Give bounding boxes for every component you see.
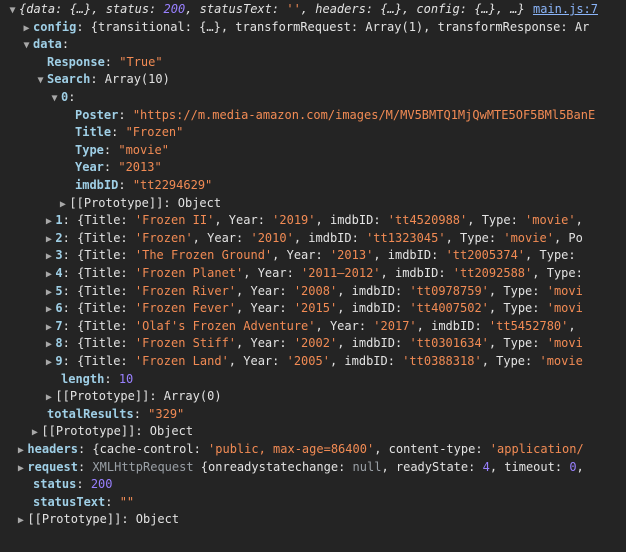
row-content: length: 10	[61, 371, 134, 386]
tree-row: Response: "True"	[0, 54, 626, 72]
row-content: Search: Array(10)	[47, 72, 170, 87]
tree-row[interactable]: ▶ [[Prototype]]: Object	[0, 195, 626, 213]
row-content: statusText: ""	[33, 494, 135, 509]
tree-row[interactable]: ▶ headers: {cache-control: 'public, max-a…	[0, 441, 626, 459]
tree-row[interactable]: ▶ 4: {Title: 'Frozen Planet', Year: '2011…	[0, 265, 626, 283]
expand-triangle-icon[interactable]: ▶	[14, 460, 27, 477]
expand-triangle-icon[interactable]: ▶	[42, 248, 55, 265]
row-content: [[Prototype]]: Object	[69, 195, 222, 210]
tree-row[interactable]: ▶ [[Prototype]]: Array(0)	[0, 388, 626, 406]
tree-row: status: 200	[0, 476, 626, 494]
tree-row: Poster: "https://m.media-amazon.com/imag…	[0, 107, 626, 125]
tree-row[interactable]: ▶ 3: {Title: 'The Frozen Ground', Year: '…	[0, 247, 626, 265]
expand-triangle-icon[interactable]: ▶	[42, 284, 55, 301]
collapse-triangle-icon[interactable]: ▼	[20, 37, 33, 54]
source-link[interactable]: main.js:7	[528, 2, 598, 16]
collapse-triangle-icon[interactable]: ▼	[34, 72, 47, 89]
row-content: Response: "True"	[47, 54, 163, 69]
row-content: 0:	[61, 90, 76, 104]
row-content: 5: {Title: 'Frozen River', Year: '2008',…	[55, 283, 583, 298]
row-content: [[Prototype]]: Object	[41, 424, 194, 439]
tree-row[interactable]: ▶ 6: {Title: 'Frozen Fever', Year: '2015'…	[0, 300, 626, 318]
tree-row[interactable]: ▼ Search: Array(10)	[0, 71, 626, 89]
expand-triangle-icon[interactable]: ▶	[42, 319, 55, 336]
tree-row: Title: "Frozen"	[0, 124, 626, 142]
collapse-triangle-icon[interactable]: ▼	[48, 90, 61, 107]
row-content: 1: {Title: 'Frozen II', Year: '2019', im…	[55, 213, 583, 228]
tree-row: Year: "2013"	[0, 159, 626, 177]
row-content: request: XMLHttpRequest {onreadystatecha…	[27, 459, 584, 474]
row-content: 3: {Title: 'The Frozen Ground', Year: '2…	[55, 248, 576, 263]
row-content: 2: {Title: 'Frozen', Year: '2010', imdbI…	[55, 230, 583, 245]
tree-row[interactable]: ▼ data:	[0, 36, 626, 54]
expand-triangle-icon[interactable]: ▶	[42, 389, 55, 406]
expand-triangle-icon[interactable]: ▶	[42, 213, 55, 230]
tree-row[interactable]: ▶ request: XMLHttpRequest {onreadystatech…	[0, 459, 626, 477]
row-content: data:	[33, 37, 70, 52]
row-content: Poster: "https://m.media-amazon.com/imag…	[75, 107, 596, 122]
row-content: 9: {Title: 'Frozen Land', Year: '2005', …	[55, 354, 583, 368]
tree-row: Type: "movie"	[0, 142, 626, 160]
row-content: [[Prototype]]: Object	[27, 512, 180, 527]
expand-triangle-icon[interactable]: ▶	[42, 301, 55, 318]
tree-row: statusText: ""	[0, 494, 626, 512]
expand-triangle-icon[interactable]: ▶	[14, 512, 27, 529]
row-content: {data: {…}, status: 200, statusText: '',…	[19, 2, 525, 16]
tree-row[interactable]: ▶ [[Prototype]]: Object	[0, 511, 626, 529]
row-content: 4: {Title: 'Frozen Planet', Year: '2011–…	[55, 266, 583, 280]
devtools-console: main.js:7 ▼ {data: {…}, status: 200, stat…	[0, 0, 626, 552]
tree-row: totalResults: "329"	[0, 406, 626, 424]
expand-triangle-icon[interactable]: ▶	[42, 354, 55, 371]
expand-triangle-icon[interactable]: ▶	[14, 442, 27, 459]
tree-row[interactable]: ▶ 9: {Title: 'Frozen Land', Year: '2005',…	[0, 353, 626, 371]
row-content: totalResults: "329"	[47, 406, 185, 421]
tree-row[interactable]: ▼ 0:	[0, 89, 626, 107]
row-content: 6: {Title: 'Frozen Fever', Year: '2015',…	[55, 301, 583, 316]
tree-row[interactable]: ▶ 8: {Title: 'Frozen Stiff', Year: '2002'…	[0, 335, 626, 353]
collapse-triangle-icon[interactable]: ▼	[6, 2, 19, 19]
row-content: 7: {Title: 'Olaf's Frozen Adventure', Ye…	[55, 318, 576, 333]
row-content: Type: "movie"	[75, 142, 169, 157]
row-content: Title: "Frozen"	[75, 125, 184, 140]
expand-triangle-icon[interactable]: ▶	[20, 20, 33, 37]
row-content: headers: {cache-control: 'public, max-ag…	[27, 442, 584, 456]
tree-row: length: 10	[0, 371, 626, 389]
row-content: [[Prototype]]: Array(0)	[55, 389, 222, 404]
row-content: imdbID: "tt2294629"	[75, 178, 213, 192]
tree-row[interactable]: ▶ 7: {Title: 'Olaf's Frozen Adventure', Y…	[0, 318, 626, 336]
tree-row[interactable]: ▶ 1: {Title: 'Frozen II', Year: '2019', i…	[0, 212, 626, 230]
tree-row[interactable]: ▶ config: {transitional: {…}, transformRe…	[0, 19, 626, 37]
row-content: status: 200	[33, 477, 113, 492]
row-content: Year: "2013"	[75, 160, 162, 175]
expand-triangle-icon[interactable]: ▶	[42, 336, 55, 353]
tree-row[interactable]: ▶ 2: {Title: 'Frozen', Year: '2010', imdb…	[0, 230, 626, 248]
expand-triangle-icon[interactable]: ▶	[56, 196, 69, 213]
row-content: config: {transitional: {…}, transformReq…	[33, 19, 590, 34]
row-content: 8: {Title: 'Frozen Stiff', Year: '2002',…	[55, 336, 583, 351]
expand-triangle-icon[interactable]: ▶	[42, 266, 55, 283]
tree-row: imdbID: "tt2294629"	[0, 177, 626, 195]
tree-row[interactable]: ▶ [[Prototype]]: Object	[0, 423, 626, 441]
tree-row[interactable]: ▶ 5: {Title: 'Frozen River', Year: '2008'…	[0, 283, 626, 301]
expand-triangle-icon[interactable]: ▶	[28, 424, 41, 441]
expand-triangle-icon[interactable]: ▶	[42, 231, 55, 248]
